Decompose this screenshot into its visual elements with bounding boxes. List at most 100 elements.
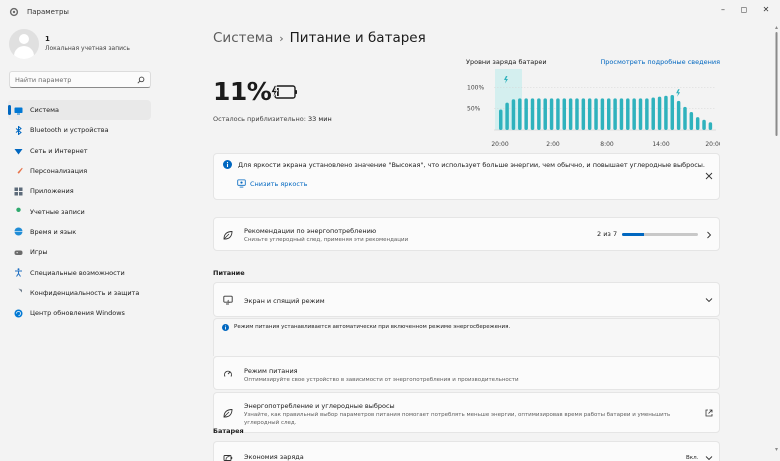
recommendations-count: 2 из 7 bbox=[597, 230, 618, 238]
chart-x-tick: 20:00 bbox=[491, 141, 508, 147]
scrollbar[interactable] bbox=[775, 26, 778, 451]
chart-bar[interactable] bbox=[537, 98, 541, 130]
chart-bar[interactable] bbox=[600, 98, 605, 130]
chart-bar[interactable] bbox=[657, 96, 662, 130]
chart-bar[interactable] bbox=[575, 98, 579, 130]
sidebar-item-gamepad[interactable]: Игры bbox=[8, 242, 151, 262]
chevron-down-icon bbox=[705, 298, 713, 303]
chart-x-tick: 20:00 bbox=[705, 141, 720, 147]
chart-bar[interactable] bbox=[607, 98, 611, 130]
chart-bar[interactable] bbox=[594, 98, 598, 130]
sidebar-item-label: Время и язык bbox=[30, 227, 77, 236]
sidebar-item-apps[interactable]: Приложения bbox=[8, 181, 151, 201]
breadcrumb: Система › Питание и батарея bbox=[213, 30, 426, 46]
recommendations-title: Рекомендации по энергопотреблению bbox=[244, 227, 377, 235]
reduce-brightness-link[interactable]: Снизить яркость bbox=[250, 180, 308, 188]
sidebar-item-label: Конфиденциальность и защита bbox=[30, 288, 140, 297]
power-mode-card[interactable]: Режим питания Оптимизируйте свое устройс… bbox=[213, 356, 720, 390]
chart-bar[interactable] bbox=[626, 98, 630, 130]
recommendations-subtitle: Снизьте углеродный след, применяя эти ре… bbox=[244, 237, 409, 243]
chart-bar[interactable] bbox=[530, 98, 535, 130]
chart-bar[interactable] bbox=[543, 98, 547, 130]
battery-section-title: Батарея bbox=[213, 427, 244, 435]
sidebar-item-label: Специальные возможности bbox=[30, 268, 125, 277]
sidebar-item-label: Персонализация bbox=[30, 167, 88, 176]
chart-bar[interactable] bbox=[505, 102, 509, 130]
chart-x-tick: 14:00 bbox=[652, 141, 669, 147]
sidebar-item-label: Система bbox=[30, 106, 60, 115]
maximize-button[interactable]: ◻ bbox=[737, 4, 751, 16]
info-small-icon bbox=[222, 324, 229, 331]
nav-list: Система Bluetooth и устройства Сеть и Инте… bbox=[8, 100, 151, 323]
battery-saver-status: Вкл. bbox=[686, 455, 699, 461]
close-window-button[interactable]: ✕ bbox=[759, 4, 773, 16]
update-icon bbox=[14, 309, 23, 318]
monitor-sleep-icon bbox=[223, 295, 233, 305]
power-mode-icon bbox=[224, 370, 232, 377]
chart-bar[interactable] bbox=[619, 98, 624, 130]
sidebar-item-label: Приложения bbox=[30, 187, 74, 196]
sidebar-item-label: Сеть и Интернет bbox=[30, 146, 88, 155]
remaining-value: 33 мин bbox=[308, 115, 332, 123]
chart-bar[interactable] bbox=[613, 98, 617, 130]
chart-bar[interactable] bbox=[549, 98, 554, 130]
chart-bar[interactable] bbox=[645, 98, 649, 130]
chart-bar[interactable] bbox=[524, 98, 528, 130]
search-input[interactable]: Найти параметр bbox=[15, 76, 71, 84]
avatar[interactable] bbox=[9, 29, 39, 59]
chart-bar[interactable] bbox=[562, 98, 567, 130]
chart-x-tick: 8:00 bbox=[600, 141, 614, 147]
sidebar: 1 Локальная учетная запись Найти парамет… bbox=[0, 24, 160, 461]
chart-bar[interactable] bbox=[651, 97, 655, 130]
chart-bar[interactable] bbox=[664, 95, 668, 130]
sidebar-item-update[interactable]: Центр обновления Windows bbox=[8, 303, 151, 323]
view-details-link[interactable]: Просмотреть подробные сведения bbox=[600, 58, 720, 66]
chart-bar[interactable] bbox=[702, 119, 706, 130]
power-mode-title: Режим питания bbox=[244, 367, 298, 375]
chart-bar[interactable] bbox=[689, 112, 694, 130]
sidebar-item-network[interactable]: Сеть и Интернет bbox=[8, 141, 151, 161]
chart-bar[interactable] bbox=[683, 106, 687, 130]
sidebar-item-globe[interactable]: Время и язык bbox=[8, 222, 151, 242]
search-box[interactable]: Найти параметр bbox=[9, 71, 151, 88]
chart-bar[interactable] bbox=[581, 98, 586, 130]
chart-bar[interactable] bbox=[518, 98, 522, 130]
sidebar-item-label: Bluetooth и устройства bbox=[30, 126, 109, 135]
brightness-icon bbox=[237, 179, 246, 188]
chart-bar[interactable] bbox=[638, 98, 643, 130]
sidebar-item-bluetooth[interactable]: Bluetooth и устройства bbox=[8, 120, 151, 140]
power-mode-info-text: Режим питания устанавливается автоматиче… bbox=[234, 324, 511, 330]
chart-bar[interactable] bbox=[670, 94, 675, 130]
sidebar-item-accessibility[interactable]: Специальные возможности bbox=[8, 262, 151, 282]
bluetooth-icon bbox=[15, 125, 22, 135]
sidebar-item-system[interactable]: Система bbox=[8, 100, 151, 121]
chart-bar[interactable] bbox=[511, 99, 516, 130]
sidebar-item-accounts[interactable]: Учетные записи bbox=[8, 201, 151, 221]
sidebar-item-label: Центр обновления Windows bbox=[30, 309, 125, 318]
minimize-button[interactable]: – bbox=[716, 4, 730, 16]
battery-level-chart[interactable]: 100% 50% 20:00 2:00 8:00 14:00 20:00 bbox=[466, 69, 720, 147]
chart-title: Уровни заряда батареи bbox=[466, 58, 547, 66]
energy-recommendations-card[interactable]: Рекомендации по энергопотреблению Снизьт… bbox=[213, 217, 720, 251]
chart-y-tick: 50% bbox=[467, 106, 481, 113]
screen-sleep-card[interactable]: Экран и спящий режим bbox=[213, 282, 720, 317]
chart-bar[interactable] bbox=[632, 98, 636, 130]
window-title: Параметры bbox=[27, 8, 69, 16]
chart-bar[interactable] bbox=[708, 122, 713, 130]
chart-bar[interactable] bbox=[676, 100, 681, 130]
chart-bar[interactable] bbox=[587, 98, 592, 130]
chart-bar[interactable] bbox=[568, 98, 573, 130]
apps-icon bbox=[14, 187, 23, 196]
chart-bar[interactable] bbox=[695, 117, 700, 130]
sidebar-item-shield[interactable]: Конфиденциальность и защита bbox=[8, 283, 151, 303]
chart-bar[interactable] bbox=[556, 98, 560, 130]
brightness-banner: Для яркости экрана установлено значение … bbox=[213, 153, 720, 200]
energy-carbon-card[interactable]: Энергопотребление и углеродные выбросы У… bbox=[213, 392, 720, 433]
close-icon[interactable] bbox=[705, 172, 713, 180]
chart-bar[interactable] bbox=[499, 109, 503, 130]
energy-carbon-title: Энергопотребление и углеродные выбросы bbox=[244, 402, 395, 410]
chevron-right-icon bbox=[707, 231, 712, 239]
sidebar-item-brush[interactable]: Персонализация bbox=[8, 161, 151, 181]
breadcrumb-parent[interactable]: Система bbox=[213, 30, 273, 46]
battery-saver-card[interactable]: Экономия заряда Вкл. bbox=[213, 441, 720, 461]
